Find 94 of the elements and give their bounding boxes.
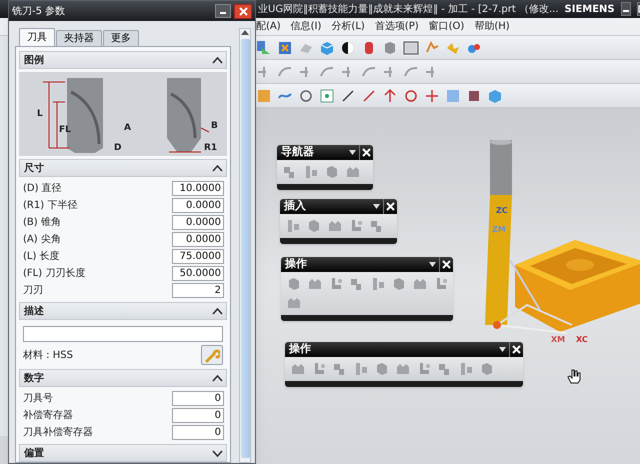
operation-tool-icon[interactable] [303, 164, 319, 180]
toolbar-icon[interactable] [403, 40, 419, 56]
menu-item[interactable]: 首选项(P) [374, 19, 419, 34]
axis-label: ZC [496, 205, 508, 217]
operation-tool-icon[interactable] [391, 276, 407, 292]
material-label: 材料 : HSS [23, 348, 73, 362]
field-label: (D) 直径 [23, 182, 62, 196]
section-header[interactable]: 尺寸 [19, 159, 227, 177]
close-icon [362, 148, 371, 157]
brand-label: SIEMENS [564, 2, 615, 16]
axis-label: ZM [492, 224, 506, 236]
operation-tool-icon[interactable] [290, 361, 306, 377]
field-label: 刀具补偿寄存器 [23, 426, 93, 440]
wrench-icon [204, 348, 220, 362]
operation-tool-icon[interactable] [458, 361, 474, 377]
number-field[interactable]: 0 [172, 408, 224, 423]
tab[interactable]: 更多 [103, 30, 139, 46]
palette-title: 插入 [284, 198, 306, 214]
field-label: 刀刃 [23, 284, 43, 298]
section-header[interactable]: 图例 [19, 51, 227, 69]
number-field[interactable]: 0.0000 [172, 215, 224, 230]
dropdown-arrow-icon[interactable] [349, 150, 356, 155]
number-field[interactable]: 0.0000 [172, 232, 224, 247]
section-header[interactable]: 描述 [19, 302, 227, 320]
field-label: 补偿寄存器 [23, 408, 73, 423]
number-field[interactable]: 0 [172, 425, 224, 440]
operation-tool-icon[interactable] [370, 276, 386, 292]
close-icon [512, 345, 521, 354]
menu-item[interactable]: 配(A) [256, 19, 281, 34]
dialog-title: 铣刀-5 参数 [12, 4, 66, 18]
palette-title: 操作 [285, 256, 307, 272]
menu-item[interactable]: 窗口(O) [428, 19, 464, 34]
axis-label: XM [551, 334, 566, 346]
section-header[interactable]: 偏置 [19, 444, 227, 462]
number-field[interactable]: 50.0000 [172, 266, 224, 281]
operation-tool-icon[interactable] [395, 361, 411, 377]
material-button[interactable] [201, 345, 223, 365]
palette-title: 导航器 [281, 144, 314, 160]
field-label: (L) 长度 [23, 250, 60, 264]
section-header[interactable]: 数字 [19, 369, 227, 387]
operation-tool-icon[interactable] [286, 295, 302, 311]
number-field[interactable]: 75.0000 [172, 249, 224, 264]
scrollbar[interactable] [239, 28, 251, 463]
number-field[interactable]: 0 [172, 391, 224, 406]
field-label: (R1) 下半径 [23, 198, 78, 213]
field-label: (FL) 刀刃长度 [23, 266, 86, 281]
operation-tool-icon[interactable] [306, 218, 322, 234]
axis-label: XC [576, 334, 588, 346]
dimension-label: B [211, 120, 218, 133]
operation-tool-icon[interactable] [307, 276, 323, 292]
palette-title-bar[interactable]: 操作 [285, 342, 523, 357]
dimension-label: R1 [204, 142, 218, 155]
toolbar-icon[interactable] [340, 40, 356, 56]
operation-tool-icon[interactable] [412, 276, 428, 292]
description-field[interactable] [23, 326, 223, 342]
operation-tool-icon[interactable] [353, 361, 369, 377]
close-icon [442, 260, 451, 269]
menu-item[interactable]: 分析(L) [331, 19, 365, 34]
close-icon [238, 6, 248, 16]
number-field[interactable]: 10.0000 [172, 181, 224, 196]
palette-title-bar[interactable]: 操作 [281, 257, 453, 272]
dimension-label: D [114, 142, 122, 155]
field-label: (A) 尖角 [23, 232, 61, 247]
window-title: 业UG网院‖积蓄技能力量‖成就未来辉煌‖ - 加工 - [2-7.prt （修改... [258, 2, 559, 16]
operation-tool-icon[interactable] [324, 164, 340, 180]
number-field[interactable]: 2 [172, 283, 224, 298]
menu-item[interactable]: 帮助(H) [474, 19, 510, 34]
operation-tool-icon[interactable] [479, 361, 495, 377]
operation-tool-icon[interactable] [327, 218, 343, 234]
palette-title: 操作 [289, 341, 311, 358]
toolbar-icon[interactable] [340, 88, 356, 104]
dropdown-arrow-icon[interactable] [499, 347, 506, 352]
minimize-button[interactable] [620, 2, 631, 16]
operation-tool-icon[interactable] [285, 218, 301, 234]
field-label: 刀具号 [23, 392, 53, 406]
close-button[interactable] [234, 4, 252, 18]
number-field[interactable]: 0.0000 [172, 198, 224, 213]
minimize-button[interactable] [215, 4, 231, 18]
palette-title-bar[interactable]: 插入 [280, 199, 397, 214]
operation-tool-icon[interactable] [286, 276, 302, 292]
dimension-label: A [124, 122, 131, 135]
tab[interactable]: 夹持器 [56, 30, 102, 46]
dimension-label: FL [59, 124, 71, 137]
dimension-label: L [37, 108, 43, 121]
tab[interactable]: 刀具 [19, 28, 55, 46]
dropdown-arrow-icon[interactable] [373, 204, 380, 209]
scrollbar-thumb[interactable] [240, 39, 250, 458]
field-label: (B) 锥角 [23, 216, 61, 230]
menu-item[interactable]: 信息(I) [290, 19, 322, 34]
operation-tool-icon[interactable] [374, 361, 390, 377]
palette-title-bar[interactable]: 导航器 [277, 145, 373, 160]
close-icon [386, 202, 395, 211]
dropdown-arrow-icon[interactable] [429, 262, 436, 267]
hand-cursor-icon [566, 368, 582, 384]
